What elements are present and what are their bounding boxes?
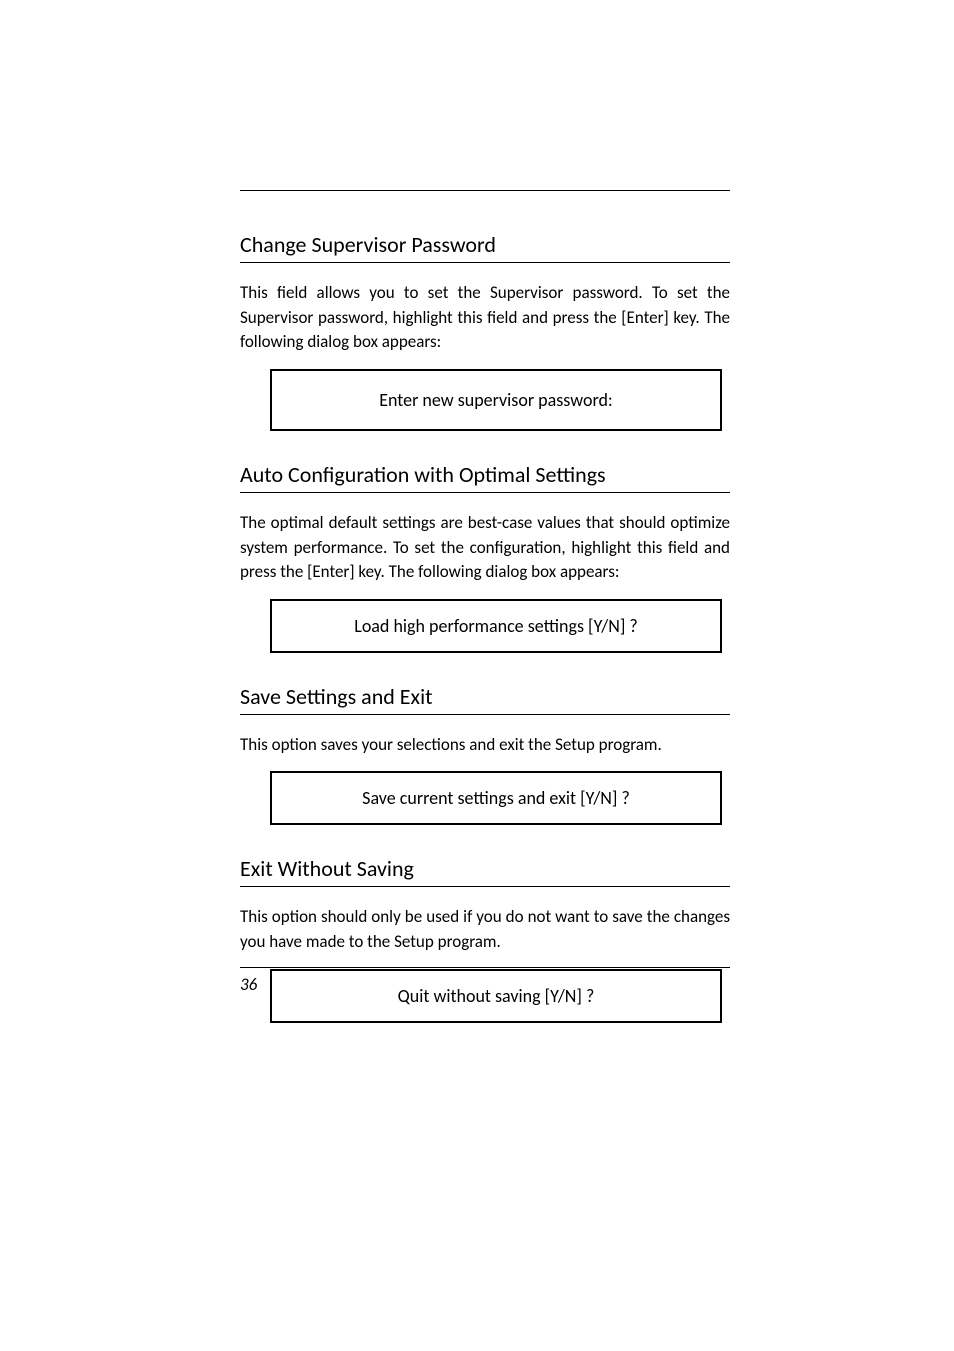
- section-heading: Change Supervisor Password: [240, 231, 730, 263]
- top-rule: [240, 190, 730, 191]
- section-heading: Save Settings and Exit: [240, 683, 730, 715]
- dialog-box: Enter new supervisor password:: [270, 369, 722, 431]
- section-heading: Exit Without Saving: [240, 855, 730, 887]
- section-save-settings: Save Settings and Exit This option saves…: [240, 683, 730, 826]
- section-body: The optimal default settings are best-ca…: [240, 511, 730, 585]
- section-body: This option saves your selections and ex…: [240, 733, 730, 758]
- dialog-box: Save current settings and exit [Y/N] ?: [270, 771, 722, 825]
- section-change-supervisor-password: Change Supervisor Password This field al…: [240, 231, 730, 431]
- page-content: Change Supervisor Password This field al…: [240, 190, 730, 1053]
- page-number: 36: [240, 974, 730, 995]
- section-exit-without-saving: Exit Without Saving This option should o…: [240, 855, 730, 1022]
- section-auto-configuration: Auto Configuration with Optimal Settings…: [240, 461, 730, 653]
- dialog-box: Load high performance settings [Y/N] ?: [270, 599, 722, 653]
- section-body: This field allows you to set the Supervi…: [240, 281, 730, 355]
- page-footer: 36: [240, 967, 730, 995]
- footer-rule: [240, 967, 730, 968]
- section-body: This option should only be used if you d…: [240, 905, 730, 954]
- section-heading: Auto Configuration with Optimal Settings: [240, 461, 730, 493]
